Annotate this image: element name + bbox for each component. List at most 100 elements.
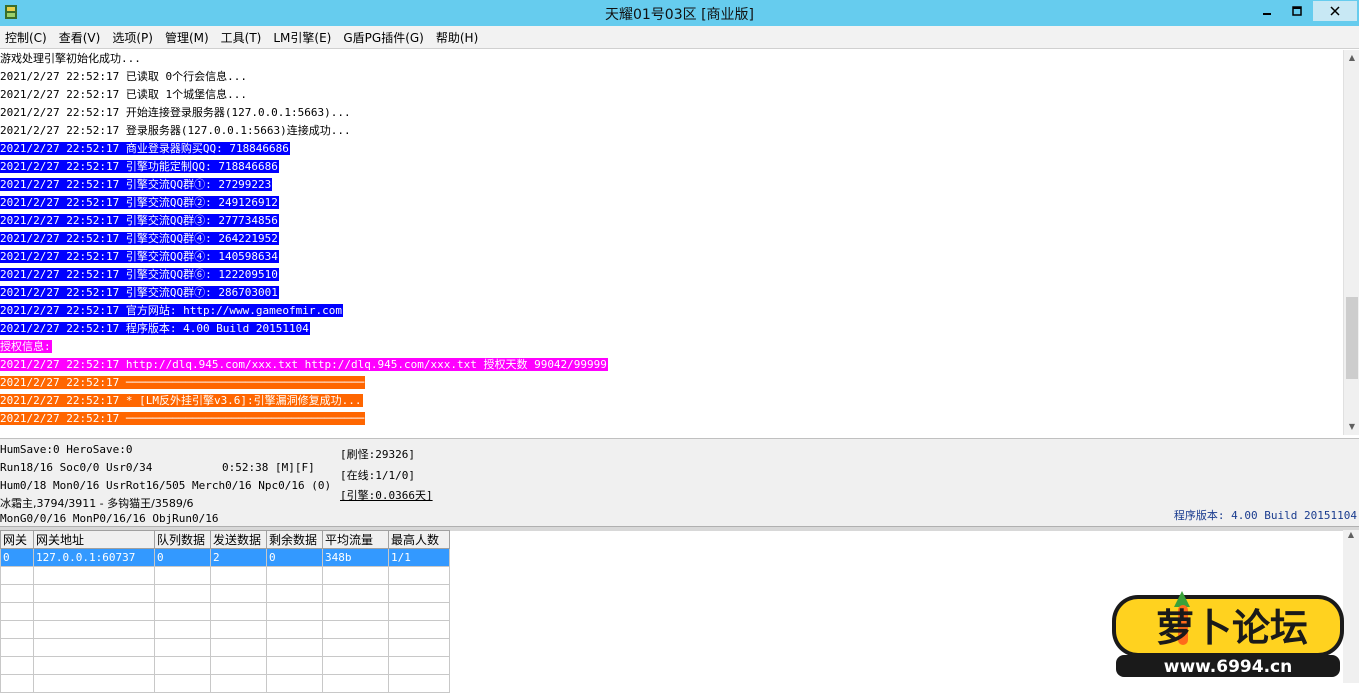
log-line: 2021/2/27 22:52:17 已读取 1个城堡信息... <box>0 86 1343 104</box>
log-line-text: 2021/2/27 22:52:17 引擎功能定制QQ: 718846686 <box>0 160 279 173</box>
forum-logo: 萝卜论坛 www.6994.cn <box>1112 591 1344 677</box>
table-row[interactable] <box>0 620 450 639</box>
table-row[interactable] <box>0 602 450 621</box>
log-line-text: 2021/2/27 22:52:17 已读取 1个城堡信息... <box>0 88 247 101</box>
table-row[interactable] <box>0 584 450 603</box>
table-cell <box>210 674 267 693</box>
table-cell: 1/1 <box>388 548 450 567</box>
log-line: 2021/2/27 22:52:17 引擎交流QQ群③: 277734856 <box>0 212 1343 230</box>
table-cell <box>388 674 450 693</box>
table-cell <box>33 566 155 585</box>
table-cell <box>154 638 211 657</box>
log-line-text: 2021/2/27 22:52:17 引擎交流QQ群④: 140598634 <box>0 250 279 263</box>
table-cell <box>210 620 267 639</box>
table-cell <box>210 638 267 657</box>
status-panel: HumSave:0 HeroSave:0 Run18/16 Soc0/0 Usr… <box>0 438 1359 527</box>
log-line: 2021/2/27 22:52:17 * [LM反外挂引擎v3.6]:引擎漏洞修… <box>0 392 1343 410</box>
log-line-text: 2021/2/27 22:52:17 引擎交流QQ群⑦: 286703001 <box>0 286 279 299</box>
log-line-text: 2021/2/27 22:52:17 商业登录器购买QQ: 718846686 <box>0 142 290 155</box>
close-button[interactable] <box>1313 1 1357 21</box>
status-run: Run18/16 Soc0/0 Usr0/34 <box>0 461 153 474</box>
minimize-button[interactable] <box>1253 1 1281 21</box>
scroll-down-icon[interactable]: ▼ <box>1344 419 1359 435</box>
log-line: 授权信息: <box>0 338 1343 356</box>
table-cell <box>154 674 211 693</box>
menu-lm-engine[interactable]: LM引擎(E) <box>268 26 338 48</box>
col-avg-traffic[interactable]: 平均流量 <box>322 530 389 549</box>
menu-gshield-plugin[interactable]: G盾PG插件(G) <box>338 26 431 48</box>
col-gateway[interactable]: 网关 <box>0 530 34 549</box>
table-cell <box>266 674 323 693</box>
table-cell: 127.0.0.1:60737 <box>33 548 155 567</box>
log-line-text: 游戏处理引擎初始化成功... <box>0 52 141 65</box>
table-cell <box>0 674 34 693</box>
log-line-text: 2021/2/27 22:52:17 http://dlq.945.com/xx… <box>0 358 608 371</box>
log-line-text: 2021/2/27 22:52:17 已读取 0个行会信息... <box>0 70 247 83</box>
menu-manage[interactable]: 管理(M) <box>160 26 216 48</box>
table-cell <box>322 638 389 657</box>
col-remaining-data[interactable]: 剩余数据 <box>266 530 323 549</box>
table-cell <box>322 656 389 675</box>
table-cell <box>0 656 34 675</box>
log-line-text: 2021/2/27 22:52:17 官方网站: http://www.game… <box>0 304 344 317</box>
logo-url-text: www.6994.cn <box>1164 657 1292 677</box>
status-boss: 冰霜主,3794/3911 - 多钩猫王/3589/6 <box>0 497 194 510</box>
menu-view[interactable]: 查看(V) <box>54 26 108 48</box>
col-gateway-address[interactable]: 网关地址 <box>33 530 155 549</box>
table-cell <box>0 602 34 621</box>
maximize-button[interactable] <box>1283 1 1311 21</box>
table-cell <box>154 620 211 639</box>
log-line: 2021/2/27 22:52:17 登录服务器(127.0.0.1:5663)… <box>0 122 1343 140</box>
table-cell <box>154 656 211 675</box>
log-line-text: 2021/2/27 22:52:17 引擎交流QQ群③: 277734856 <box>0 214 279 227</box>
table-row[interactable] <box>0 656 450 675</box>
table-row[interactable] <box>0 566 450 585</box>
scroll-thumb[interactable] <box>1346 297 1358 379</box>
menu-tools[interactable]: 工具(T) <box>216 26 269 48</box>
table-cell: 348b <box>322 548 389 567</box>
table-cell <box>0 584 34 603</box>
col-max-users[interactable]: 最高人数 <box>388 530 450 549</box>
table-cell <box>388 566 450 585</box>
gateway-table: 网关 网关地址 队列数据 发送数据 剩余数据 平均流量 最高人数 0 127.0.… <box>0 530 450 693</box>
menu-help[interactable]: 帮助(H) <box>431 26 485 48</box>
log-line: 2021/2/27 22:52:17 程序版本: 4.00 Build 2015… <box>0 320 1343 338</box>
col-queue-data[interactable]: 队列数据 <box>154 530 211 549</box>
log-line: 2021/2/27 22:52:17 商业登录器购买QQ: 718846686 <box>0 140 1343 158</box>
table-cell <box>0 620 34 639</box>
log-line: 2021/2/27 22:52:17 已读取 0个行会信息... <box>0 68 1343 86</box>
table-cell <box>322 602 389 621</box>
table-cell <box>322 620 389 639</box>
log-output[interactable]: 游戏处理引擎初始化成功... 2021/2/27 22:52:17 已读取 0个行… <box>0 50 1343 435</box>
table-cell <box>0 638 34 657</box>
status-engine[interactable]: [引擎:0.0366天] <box>340 487 433 503</box>
status-mon: MonG0/0/16 MonP0/16/16 ObjRun0/16 <box>0 512 219 525</box>
col-sent-data[interactable]: 发送数据 <box>210 530 267 549</box>
log-line-text: 2021/2/27 22:52:17 ─────────────────────… <box>0 412 366 425</box>
table-cell <box>154 602 211 621</box>
table-cell <box>388 656 450 675</box>
log-line-text: 2021/2/27 22:52:17 引擎交流QQ群①: 27299223 <box>0 178 273 191</box>
log-line-text: 2021/2/27 22:52:17 登录服务器(127.0.0.1:5663)… <box>0 124 351 137</box>
table-cell <box>33 674 155 693</box>
table-row[interactable] <box>0 638 450 657</box>
log-line: 2021/2/27 22:52:17 ─────────────────────… <box>0 374 1343 392</box>
menu-control[interactable]: 控制(C) <box>0 26 54 48</box>
log-line-text: 2021/2/27 22:52:17 引擎交流QQ群⑥: 122209510 <box>0 268 279 281</box>
table-scroll-up-icon[interactable]: ▲ <box>1343 530 1359 539</box>
table-cell <box>322 674 389 693</box>
table-row[interactable] <box>0 674 450 693</box>
scroll-up-icon[interactable]: ▲ <box>1344 50 1359 66</box>
table-cell <box>0 566 34 585</box>
table-cell: 0 <box>154 548 211 567</box>
status-version: 程序版本: 4.00 Build 20151104 <box>1173 509 1357 522</box>
log-line: 2021/2/27 22:52:17 开始连接登录服务器(127.0.0.1:5… <box>0 104 1343 122</box>
table-cell <box>388 620 450 639</box>
status-save: HumSave:0 HeroSave:0 <box>0 443 133 456</box>
log-scrollbar[interactable]: ▲ ▼ <box>1343 50 1359 435</box>
status-online: [在线:1/1/0] <box>340 469 415 482</box>
table-row[interactable]: 0 127.0.0.1:60737 0 2 0 348b 1/1 <box>0 548 450 567</box>
status-hum: Hum0/18 Mon0/16 UsrRot16/505 Merch0/16 N… <box>0 479 332 492</box>
table-cell <box>210 602 267 621</box>
menu-options[interactable]: 选项(P) <box>107 26 160 48</box>
